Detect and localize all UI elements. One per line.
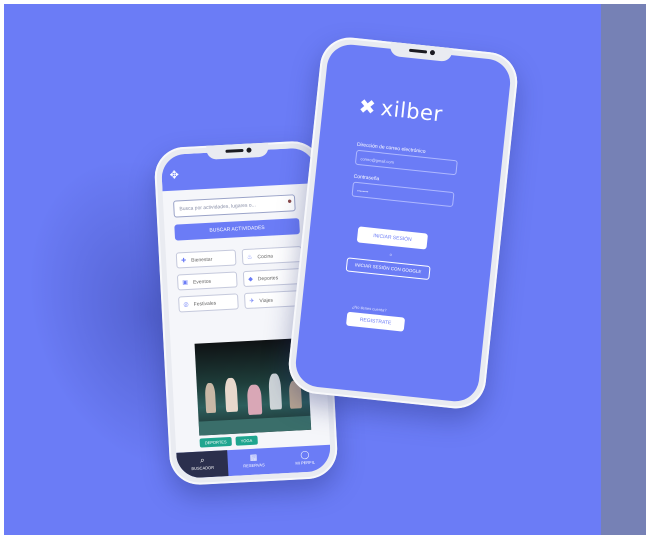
deportes-icon: ◆ bbox=[248, 276, 254, 283]
search-icon[interactable]: ● bbox=[287, 196, 292, 205]
password-label: Contraseña bbox=[353, 173, 380, 183]
category-label: Viajes bbox=[259, 297, 274, 305]
search-activities-button[interactable]: BUSCAR ACTIVIDADES bbox=[174, 218, 300, 241]
or-separator: o bbox=[389, 251, 393, 257]
category-cocina[interactable]: ♨ Cocina bbox=[241, 245, 303, 266]
nav-label: BUSCADOR bbox=[191, 464, 215, 472]
app-logo-icon: ✥ bbox=[169, 169, 180, 182]
google-login-button[interactable]: INICIAR SESIÓN CON GOOGLE bbox=[345, 257, 431, 281]
password-field[interactable]: •••••••• bbox=[351, 181, 455, 208]
bottom-navigation: ⌕ BUSCADOR ▦ RESERVAS ◯ MI PERFIL bbox=[176, 444, 332, 479]
bienestar-icon: ✚ bbox=[181, 258, 187, 265]
login-button[interactable]: INICIAR SESIÓN bbox=[356, 226, 429, 250]
tag-yoga[interactable]: YOGA bbox=[235, 435, 258, 446]
nav-label: MI PERFIL bbox=[295, 459, 316, 466]
festivales-icon: ◎ bbox=[183, 301, 189, 309]
nav-buscador[interactable]: ⌕ BUSCADOR bbox=[176, 450, 229, 479]
nav-reservas[interactable]: ▦ RESERVAS bbox=[227, 447, 280, 476]
category-label: Festivales bbox=[193, 300, 217, 308]
eventos-icon: ▣ bbox=[182, 279, 189, 287]
category-label: Deportes bbox=[257, 275, 279, 283]
brand-name: xilber bbox=[379, 96, 444, 127]
login-screen: ✖ xilber Dirección de correo electrónico… bbox=[293, 42, 513, 404]
nav-label: RESERVAS bbox=[243, 462, 265, 469]
category-festivales[interactable]: ◎ Festivales bbox=[178, 293, 239, 313]
side-panel bbox=[601, 4, 646, 535]
email-field[interactable]: correo@gmail.com bbox=[354, 149, 458, 176]
tag-deportes[interactable]: DEPORTES bbox=[199, 436, 232, 448]
register-button[interactable]: REGISTRATE bbox=[345, 311, 406, 332]
register-prompt: ¿No tienes cuenta? bbox=[351, 304, 387, 313]
category-label: Bienestar bbox=[191, 256, 213, 264]
category-label: Eventos bbox=[192, 278, 212, 286]
login-phone-mockup: ✖ xilber Dirección de correo electrónico… bbox=[285, 34, 521, 412]
nav-mi-perfil[interactable]: ◯ MI PERFIL bbox=[279, 445, 332, 474]
cocina-icon: ♨ bbox=[246, 254, 253, 261]
category-eventos[interactable]: ▣ Eventos bbox=[176, 271, 238, 291]
category-label: Cocina bbox=[257, 253, 274, 261]
category-grid: ✚ Bienestar ♨ Cocina ▣ Eventos ◆ Deportes ◎ F… bbox=[175, 245, 305, 313]
category-deportes[interactable]: ◆ Deportes bbox=[242, 267, 304, 288]
category-bienestar[interactable]: ✚ Bienestar bbox=[175, 249, 237, 269]
viajes-icon: ✈ bbox=[249, 298, 255, 305]
hero-background: ✥ Busca por actividades, lugares o... ● … bbox=[4, 4, 601, 535]
xilber-logo-icon: ✖ bbox=[357, 95, 377, 120]
search-input[interactable]: Busca por actividades, lugares o... bbox=[173, 194, 296, 218]
